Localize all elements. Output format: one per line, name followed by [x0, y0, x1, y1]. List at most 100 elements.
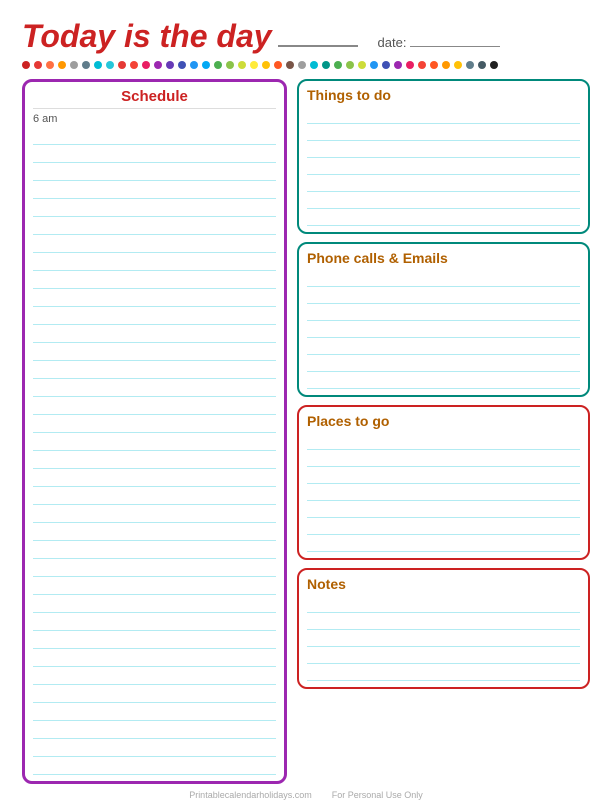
section-line — [307, 596, 580, 613]
schedule-line — [33, 361, 276, 379]
schedule-line — [33, 325, 276, 343]
dot — [418, 61, 426, 69]
section-line — [307, 338, 580, 355]
schedule-line — [33, 451, 276, 469]
schedule-line — [33, 757, 276, 775]
dot — [298, 61, 306, 69]
dot — [94, 61, 102, 69]
schedule-line — [33, 703, 276, 721]
dot — [82, 61, 90, 69]
schedule-line — [33, 685, 276, 703]
schedule-line — [33, 181, 276, 199]
page-title: Today is the day — [22, 18, 272, 55]
places-to-go-lines — [307, 433, 580, 552]
dot — [286, 61, 294, 69]
dot — [346, 61, 354, 69]
schedule-line — [33, 271, 276, 289]
schedule-time: 6 am — [33, 113, 276, 125]
phone-calls-title: Phone calls & Emails — [307, 250, 580, 266]
section-line — [307, 270, 580, 287]
schedule-line — [33, 739, 276, 757]
section-line — [307, 209, 580, 226]
schedule-line — [33, 343, 276, 361]
section-line — [307, 304, 580, 321]
dot — [178, 61, 186, 69]
dot — [334, 61, 342, 69]
section-line — [307, 613, 580, 630]
schedule-line — [33, 217, 276, 235]
schedule-line — [33, 145, 276, 163]
page: Today is the day date: Schedule 6 am Thi… — [0, 0, 612, 792]
dot — [34, 61, 42, 69]
schedule-lines — [33, 127, 276, 775]
schedule-line — [33, 289, 276, 307]
header: Today is the day date: — [22, 18, 590, 55]
schedule-line — [33, 379, 276, 397]
schedule-title: Schedule — [33, 88, 276, 109]
dot — [370, 61, 378, 69]
schedule-line — [33, 649, 276, 667]
schedule-line — [33, 505, 276, 523]
section-line — [307, 450, 580, 467]
schedule-line — [33, 487, 276, 505]
things-to-do-title: Things to do — [307, 87, 580, 103]
dot — [190, 61, 198, 69]
dot — [382, 61, 390, 69]
schedule-line — [33, 613, 276, 631]
schedule-line — [33, 541, 276, 559]
schedule-line — [33, 199, 276, 217]
section-line — [307, 321, 580, 338]
dot — [46, 61, 54, 69]
section-line — [307, 484, 580, 501]
section-line — [307, 535, 580, 552]
section-line — [307, 664, 580, 681]
dot — [406, 61, 414, 69]
dot — [58, 61, 66, 69]
section-line — [307, 124, 580, 141]
dot — [154, 61, 162, 69]
dot — [274, 61, 282, 69]
schedule-line — [33, 523, 276, 541]
section-line — [307, 630, 580, 647]
section-line — [307, 501, 580, 518]
date-underline — [410, 46, 500, 47]
dot — [262, 61, 270, 69]
schedule-line — [33, 397, 276, 415]
section-line — [307, 175, 580, 192]
dot — [250, 61, 258, 69]
schedule-line — [33, 307, 276, 325]
schedule-line — [33, 577, 276, 595]
dot — [118, 61, 126, 69]
schedule-line — [33, 163, 276, 181]
section-line — [307, 647, 580, 664]
schedule-column: Schedule 6 am — [22, 79, 287, 784]
dot — [166, 61, 174, 69]
right-column: Things to do Phone calls & Emails Places… — [297, 79, 590, 784]
dot — [310, 61, 318, 69]
main-content: Schedule 6 am Things to do Phone calls &… — [22, 79, 590, 784]
dot — [490, 61, 498, 69]
notes-title: Notes — [307, 576, 580, 592]
dot — [466, 61, 474, 69]
notes-box: Notes — [297, 568, 590, 689]
schedule-line — [33, 235, 276, 253]
schedule-line — [33, 595, 276, 613]
dot — [142, 61, 150, 69]
schedule-line — [33, 631, 276, 649]
section-line — [307, 518, 580, 535]
section-line — [307, 287, 580, 304]
schedule-line — [33, 469, 276, 487]
phone-calls-box: Phone calls & Emails — [297, 242, 590, 397]
schedule-line — [33, 721, 276, 739]
section-line — [307, 467, 580, 484]
schedule-box: Schedule 6 am — [22, 79, 287, 784]
schedule-line — [33, 127, 276, 145]
dot — [322, 61, 330, 69]
dot — [430, 61, 438, 69]
schedule-line — [33, 559, 276, 577]
schedule-line — [33, 433, 276, 451]
dots-row — [22, 61, 590, 69]
places-to-go-title: Places to go — [307, 413, 580, 429]
dot — [454, 61, 462, 69]
things-to-do-lines — [307, 107, 580, 226]
